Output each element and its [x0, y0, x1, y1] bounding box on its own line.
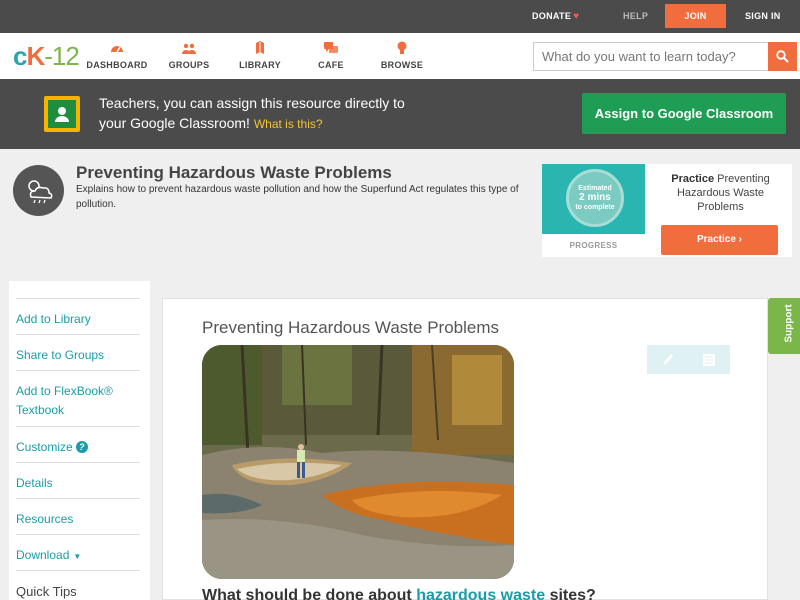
practice-button-label: Practice — [696, 234, 736, 245]
google-classroom-banner: Teachers, you can assign this resource d… — [0, 79, 800, 149]
chevron-right-icon: › — [738, 234, 743, 245]
logo-c: c — [13, 41, 28, 71]
sidebar-item-add-to-library[interactable]: Add to Library — [16, 298, 140, 329]
heart-icon: ♥ — [573, 11, 580, 22]
estimated-label: Estimated — [578, 185, 612, 192]
nav-browse-label: BROWSE — [380, 60, 424, 70]
resource-title: Preventing Hazardous Waste Problems — [76, 163, 392, 182]
heading-text-pre: What should be done about — [202, 587, 417, 600]
sidebar-item-details[interactable]: Details — [16, 462, 140, 493]
article-title: Preventing Hazardous Waste Problems — [202, 318, 500, 337]
article-heading: What should be done about hazardous wast… — [202, 587, 596, 600]
banner-line-2: your Google Classroom! — [99, 115, 250, 131]
ck12-logo[interactable]: cK-12 — [13, 41, 80, 71]
dashboard-icon — [111, 46, 123, 53]
nav-groups[interactable]: GROUPS — [154, 41, 224, 70]
logo-k: K — [26, 41, 45, 71]
estimated-time-text: Estimated 2 mins to complete — [566, 184, 624, 212]
sidebar-item-resources[interactable]: Resources — [16, 498, 140, 529]
sidebar-item-download[interactable]: Download ▼ — [16, 534, 140, 566]
banner-line-1: Teachers, you can assign this resource d… — [99, 95, 405, 111]
sidebar-item-label: Quick Tips — [16, 584, 77, 599]
library-icon — [256, 41, 264, 54]
edit-button[interactable] — [647, 345, 689, 374]
support-tab[interactable]: Support — [768, 298, 800, 354]
weather-icon — [13, 165, 64, 216]
nav-dashboard-label: DASHBOARD — [86, 60, 148, 70]
hazardous-waste-photo — [202, 345, 514, 579]
practice-name: Practice Preventing Hazardous Waste Prob… — [657, 172, 784, 214]
customize-row: Customize? — [16, 427, 140, 457]
donate-link[interactable]: DONATE ♥ — [532, 11, 579, 22]
practice-card: Estimated 2 mins to complete PROGRESS Pr… — [542, 164, 792, 257]
hazardous-waste-link[interactable]: hazardous waste — [416, 587, 545, 600]
sidebar-item-label: Share to Groups — [16, 348, 105, 362]
notes-icon — [703, 353, 716, 366]
cafe-icon — [324, 42, 338, 53]
caret-down-icon: ▼ — [73, 552, 82, 561]
practice-image: Estimated 2 mins to complete — [542, 164, 645, 234]
banner-text: Teachers, you can assign this resource d… — [99, 93, 459, 134]
sidebar-item-customize[interactable]: Customize? — [16, 426, 140, 457]
heading-text-post: sites? — [545, 587, 596, 600]
join-button[interactable]: JOIN — [665, 4, 726, 28]
pencil-icon — [663, 353, 673, 365]
sidebar-item-quick-tips[interactable]: Quick Tips — [16, 570, 140, 600]
sidebar-item-share-to-groups[interactable]: Share to Groups — [16, 334, 140, 365]
resource-description: Explains how to prevent hazardous waste … — [76, 184, 519, 210]
nav-browse[interactable]: BROWSE — [367, 41, 437, 70]
sidebar-item-label: Customize — [16, 440, 73, 454]
sidebar-item-label: Add to Library — [16, 312, 91, 326]
what-is-this-link[interactable]: What is this? — [254, 117, 323, 131]
nav-cafe[interactable]: CAFE — [296, 41, 366, 70]
assign-to-classroom-button[interactable]: Assign to Google Classroom — [582, 93, 786, 134]
sign-in-link[interactable]: SIGN IN — [745, 11, 781, 21]
groups-icon — [182, 43, 196, 54]
logo-12: -12 — [44, 41, 80, 71]
help-link[interactable]: HELP — [623, 11, 648, 21]
donate-label: DONATE — [532, 11, 572, 21]
nav-library-label: LIBRARY — [239, 60, 281, 70]
progress-label: PROGRESS — [569, 241, 618, 250]
main-nav: cK-12 DASHBOARD GROUPS LIBRARY CAFE BROW… — [0, 33, 800, 79]
search-input[interactable] — [534, 43, 764, 70]
practice-button[interactable]: Practice › — [661, 225, 778, 255]
nav-dashboard[interactable]: DASHBOARD — [82, 41, 152, 70]
notes-button[interactable] — [689, 345, 731, 374]
to-complete-label: to complete — [575, 204, 615, 211]
search-box — [533, 42, 797, 71]
search-button[interactable] — [768, 42, 797, 71]
search-icon — [776, 50, 789, 63]
utility-bar: DONATE ♥ HELP JOIN SIGN IN — [0, 0, 800, 33]
google-classroom-icon — [44, 96, 80, 132]
article-tools — [647, 345, 730, 374]
browse-icon — [397, 41, 407, 54]
nav-groups-label: GROUPS — [168, 60, 210, 70]
estimated-mins: 2 mins — [579, 192, 611, 203]
download-row: Download ▼ — [16, 535, 140, 566]
sidebar-item-label: Details — [16, 476, 53, 490]
nav-library[interactable]: LIBRARY — [225, 41, 295, 70]
help-icon[interactable]: ? — [75, 441, 88, 453]
sidebar-item-label: Download — [16, 548, 70, 562]
sidebar-item-label: Add to FlexBook® Textbook — [16, 384, 113, 417]
nav-cafe-label: CAFE — [318, 60, 344, 70]
sidebar-item-label: Resources — [16, 512, 74, 526]
support-label: Support — [783, 304, 795, 343]
sidebar-item-add-to-flexbook[interactable]: Add to FlexBook® Textbook — [16, 370, 140, 420]
practice-name-bold: Practice — [671, 173, 715, 185]
sidebar: Add to Library Share to Groups Add to Fl… — [9, 281, 150, 600]
